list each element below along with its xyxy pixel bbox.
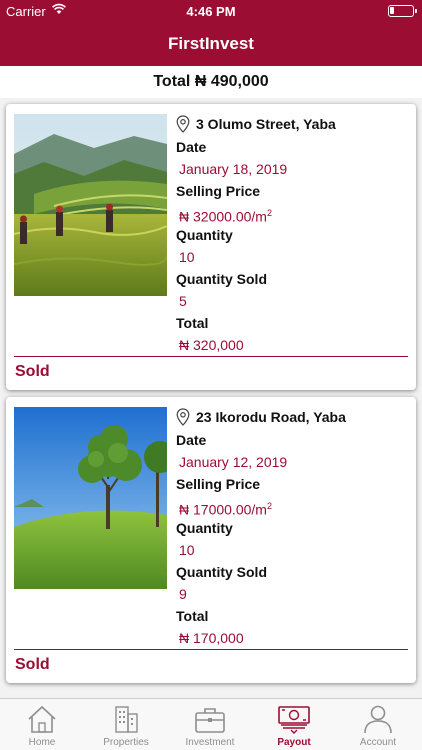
date-value: January 18, 2019 <box>179 161 288 177</box>
date-label: Date <box>176 139 207 155</box>
status-badge: Sold <box>15 363 50 380</box>
selling-price-value: ₦ 32000.00/m2 <box>179 208 272 225</box>
divider <box>14 356 408 357</box>
quantity-sold-label: Quantity Sold <box>176 271 267 287</box>
property-address: 3 Olumo Street, Yaba <box>196 116 336 132</box>
quantity-sold-value: 9 <box>179 586 187 602</box>
property-card[interactable]: 3 Olumo Street, Yaba Date January 18, 20… <box>6 104 416 390</box>
tab-label: Payout <box>277 737 311 748</box>
property-card[interactable]: 23 Ikorodu Road, Yaba Date January 12, 2… <box>6 397 416 683</box>
tab-investment[interactable]: Investment <box>168 699 252 750</box>
quantity-value: 10 <box>179 542 195 558</box>
date-value: January 12, 2019 <box>179 454 288 470</box>
total-value: ₦ 170,000 <box>179 630 244 646</box>
battery-icon <box>388 5 417 17</box>
divider <box>14 649 408 650</box>
tab-payout[interactable]: Payout <box>252 699 336 750</box>
clock: 4:46 PM <box>186 4 236 19</box>
tab-bar: Home Properties Investment Payout Accoun… <box>0 698 422 750</box>
total-label: Total <box>176 315 209 331</box>
nav-bar: FirstInvest <box>0 22 422 66</box>
total-value: ₦ 320,000 <box>179 337 244 353</box>
quantity-label: Quantity <box>176 227 233 243</box>
user-icon <box>364 705 392 734</box>
page-title: FirstInvest <box>168 34 254 53</box>
property-address: 23 Ikorodu Road, Yaba <box>196 409 346 425</box>
selling-price-label: Selling Price <box>176 476 261 492</box>
tab-account[interactable]: Account <box>336 699 420 750</box>
address-row: 23 Ikorodu Road, Yaba <box>176 405 412 429</box>
tree-on-green-hill-photo <box>14 407 167 589</box>
rice-terrace-field-photo <box>14 114 167 296</box>
home-icon <box>28 705 56 733</box>
tab-properties[interactable]: Properties <box>84 699 168 750</box>
status-bar: Carrier 4:46 PM <box>0 0 422 22</box>
total-label: Total <box>176 608 209 624</box>
buildings-icon <box>115 706 138 733</box>
quantity-value: 10 <box>179 249 195 265</box>
address-row: 3 Olumo Street, Yaba <box>176 112 412 136</box>
property-details: 3 Olumo Street, Yaba Date January 18, 20… <box>176 112 412 356</box>
property-details: 23 Ikorodu Road, Yaba Date January 12, 2… <box>176 405 412 649</box>
selling-price-label: Selling Price <box>176 183 261 199</box>
money-icon <box>278 706 310 734</box>
location-pin-icon <box>176 408 190 426</box>
tab-label: Investment <box>185 737 235 748</box>
briefcase-icon <box>195 708 225 733</box>
location-pin-icon <box>176 115 190 133</box>
quantity-label: Quantity <box>176 520 233 536</box>
total-summary: Total ₦ 490,000 <box>0 66 422 98</box>
tab-home[interactable]: Home <box>0 699 84 750</box>
tab-label: Properties <box>103 737 149 748</box>
quantity-sold-label: Quantity Sold <box>176 564 267 580</box>
status-badge: Sold <box>15 656 50 673</box>
date-label: Date <box>176 432 207 448</box>
quantity-sold-value: 5 <box>179 293 187 309</box>
tab-label: Home <box>28 737 56 748</box>
tab-label: Account <box>359 737 397 748</box>
selling-price-value: ₦ 17000.00/m2 <box>179 501 272 518</box>
